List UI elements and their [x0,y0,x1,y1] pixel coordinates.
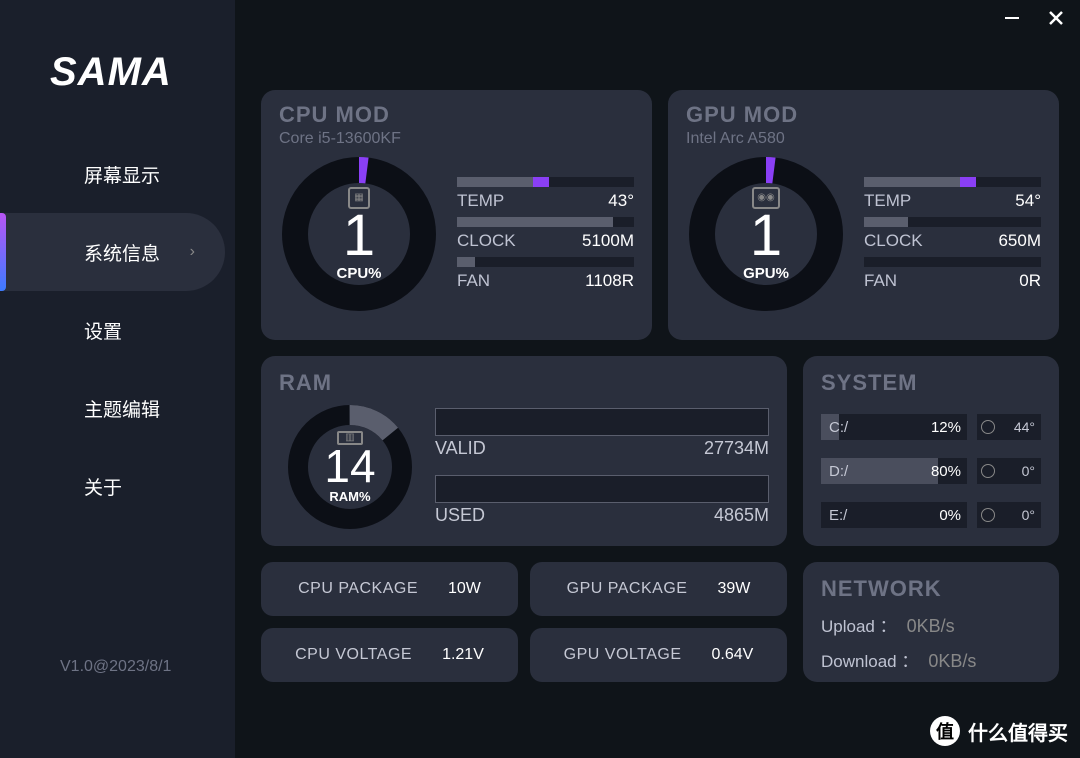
ram-title: RAM [279,370,769,396]
gpu-gauge: ◉◉ 1 GPU% [686,154,846,314]
drive-row: E:/ 0% 0° [821,502,1041,528]
cpu-percent-label: CPU% [336,265,381,282]
cpu-package-label: CPU PACKAGE [298,580,418,598]
drive-temp: 0° [1022,507,1035,523]
gpu-voltage-card: GPU VOLTAGE 0.64V [530,628,787,682]
cpu-package-value: 10W [448,580,481,598]
cpu-title: CPU MOD [279,102,634,128]
gpu-temp-value: 54° [1015,191,1041,211]
ram-valid-label: VALID [435,438,486,459]
gpu-fan-value: 0R [1019,271,1041,291]
gpu-temp-label: TEMP [864,191,911,211]
gpu-card: GPU MOD Intel Arc A580 ◉◉ 1 GPU% TEMP 54° [668,90,1059,340]
ram-stats: VALID 27734M USED 4865M [435,408,769,526]
gpu-package-label: GPU PACKAGE [567,580,688,598]
cpu-stats: TEMP 43° CLOCK 5100M FAN 1108R [457,154,634,314]
gpu-percent: 1 [750,207,782,265]
nav-item-theme-edit[interactable]: 主题编辑 [0,369,235,447]
nav-label: 屏幕显示 [84,161,160,188]
cpu-clock-label: CLOCK [457,231,516,251]
version-text: V1.0@2023/8/1 [60,658,171,676]
cpu-temp-value: 43° [608,191,634,211]
drive-percent: 0% [939,507,961,524]
ram-used-label: USED [435,505,485,526]
nav-item-about[interactable]: 关于 [0,447,235,525]
download-label: Download ： [821,647,918,672]
ram-gauge: ▥ 14 RAM% [285,402,415,532]
nav-label: 设置 [84,317,122,344]
ram-percent-label: RAM% [329,489,370,504]
ram-percent: 14 [324,443,375,489]
chevron-right-icon: › [190,243,195,261]
gpu-model: Intel Arc A580 [686,130,1041,148]
upload-label: Upload ： [821,612,897,637]
watermark-text: 什么值得买 [968,717,1068,746]
package-voltage-grid: CPU PACKAGE 10W GPU PACKAGE 39W CPU VOLTAG… [261,562,787,682]
disk-icon [981,420,995,434]
main-content: CPU MOD Core i5-13600KF ▦ 1 CPU% TEMP 43° [235,0,1080,758]
nav-item-system-info[interactable]: 系统信息 › [0,213,225,291]
network-card: NETWORK Upload ： 0KB/s Download ： 0KB/s [803,562,1059,682]
ram-used-value: 4865M [714,505,769,526]
cpu-percent: 1 [343,207,375,265]
ram-valid-value: 27734M [704,438,769,459]
drive-row: D:/ 80% 0° [821,458,1041,484]
cpu-voltage-label: CPU VOLTAGE [295,646,412,664]
window-controls [1002,8,1066,28]
gpu-clock-label: CLOCK [864,231,923,251]
drive-percent: 12% [931,419,961,436]
gpu-fan-label: FAN [864,271,897,291]
cpu-clock-value: 5100M [582,231,634,251]
watermark: 值 什么值得买 [930,716,1068,746]
nav-label: 系统信息 [84,239,160,266]
gpu-package-value: 39W [717,580,750,598]
drive-name: E:/ [829,507,847,524]
cpu-voltage-value: 1.21V [442,646,484,664]
nav-label: 主题编辑 [84,395,160,422]
cpu-fan-label: FAN [457,271,490,291]
drive-list: C:/ 12% 44° D:/ 80% 0° E:/ 0% 0° [821,414,1041,528]
nav-label: 关于 [84,473,122,500]
gpu-stats: TEMP 54° CLOCK 650M FAN 0R [864,154,1041,314]
minimize-button[interactable] [1002,8,1022,28]
cpu-temp-label: TEMP [457,191,504,211]
ram-card: RAM ▥ 14 RAM% VALID 27734M USED 4865M [261,356,787,546]
disk-icon [981,464,995,478]
drive-row: C:/ 12% 44° [821,414,1041,440]
gpu-title: GPU MOD [686,102,1041,128]
cpu-card: CPU MOD Core i5-13600KF ▦ 1 CPU% TEMP 43° [261,90,652,340]
gpu-clock-value: 650M [998,231,1041,251]
system-title: SYSTEM [821,370,1041,396]
gpu-package-card: GPU PACKAGE 39W [530,562,787,616]
drive-name: C:/ [829,419,848,436]
watermark-badge: 值 [930,716,960,746]
close-button[interactable] [1046,8,1066,28]
drive-temp: 44° [1014,419,1035,435]
network-title: NETWORK [821,576,1041,602]
ram-valid-bar [435,408,769,436]
upload-value: 0KB/s [907,616,955,637]
drive-name: D:/ [829,463,848,480]
gpu-voltage-label: GPU VOLTAGE [564,646,682,664]
ram-used-bar [435,475,769,503]
gpu-voltage-value: 0.64V [712,646,754,664]
disk-icon [981,508,995,522]
cpu-gpu-row: CPU MOD Core i5-13600KF ▦ 1 CPU% TEMP 43° [261,90,1059,340]
download-value: 0KB/s [928,651,976,672]
gpu-percent-label: GPU% [743,265,789,282]
system-card: SYSTEM C:/ 12% 44° D:/ 80% 0° E:/ 0% 0° [803,356,1059,546]
cpu-model: Core i5-13600KF [279,130,634,148]
nav-item-settings[interactable]: 设置 [0,291,235,369]
cpu-gauge: ▦ 1 CPU% [279,154,439,314]
nav: 屏幕显示 系统信息 › 设置 主题编辑 关于 [0,135,235,525]
cpu-fan-value: 1108R [585,271,634,291]
logo: SAMA [50,50,235,95]
cpu-package-card: CPU PACKAGE 10W [261,562,518,616]
drive-temp: 0° [1022,463,1035,479]
nav-item-display[interactable]: 屏幕显示 [0,135,235,213]
drive-percent: 80% [931,463,961,480]
sidebar: SAMA 屏幕显示 系统信息 › 设置 主题编辑 关于 V1.0@2023/8/1 [0,0,235,758]
cpu-voltage-card: CPU VOLTAGE 1.21V [261,628,518,682]
